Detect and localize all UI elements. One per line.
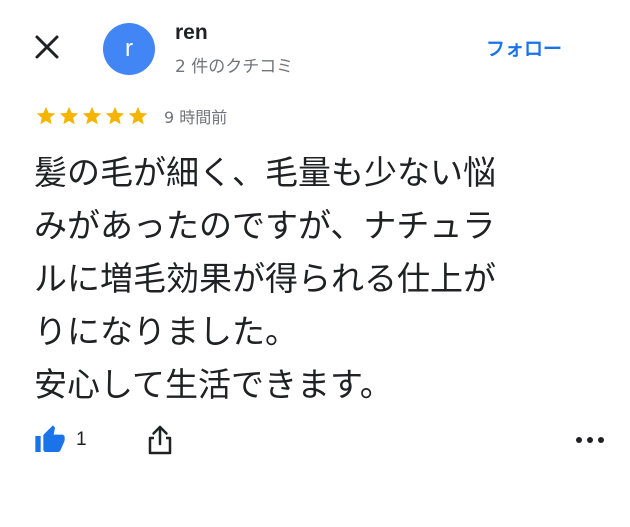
- share-button[interactable]: [145, 424, 175, 456]
- review-count: 2 件のクチコミ: [175, 57, 294, 77]
- avatar-letter: r: [125, 35, 133, 62]
- more-options-icon: [576, 437, 604, 443]
- review-time: 9 時間前: [164, 108, 228, 127]
- thumbs-up-icon: [35, 425, 65, 452]
- share-icon: [148, 425, 172, 455]
- rating-row: 9 時間前: [35, 104, 227, 128]
- review-text-line: ルに増毛効果が得られる仕上が: [34, 259, 496, 298]
- star-icon: [127, 105, 149, 127]
- star-icon: [81, 105, 103, 127]
- close-button[interactable]: [30, 30, 64, 64]
- review-text: 髪の毛が細く、毛量も少ない悩 みがあったのですが、ナチュラ ルに増毛効果が得られ…: [34, 146, 609, 411]
- user-name[interactable]: ren: [175, 21, 208, 45]
- review-text-line: 安心して生活できます。: [34, 365, 393, 404]
- close-icon: [35, 35, 59, 59]
- star-icon: [58, 105, 80, 127]
- star-icon: [35, 105, 57, 127]
- review-text-line: みがあったのですが、ナチュラ: [34, 206, 496, 245]
- more-options-button[interactable]: [574, 428, 606, 452]
- like-count: 1: [76, 429, 87, 450]
- review-text-line: りになりました。: [34, 312, 298, 351]
- follow-button[interactable]: フォロー: [486, 34, 562, 61]
- like-button[interactable]: 1: [34, 424, 87, 456]
- review-text-line: 髪の毛が細く、毛量も少ない悩: [34, 153, 496, 192]
- star-rating: [35, 105, 150, 127]
- star-icon: [104, 105, 126, 127]
- avatar[interactable]: r: [103, 23, 155, 75]
